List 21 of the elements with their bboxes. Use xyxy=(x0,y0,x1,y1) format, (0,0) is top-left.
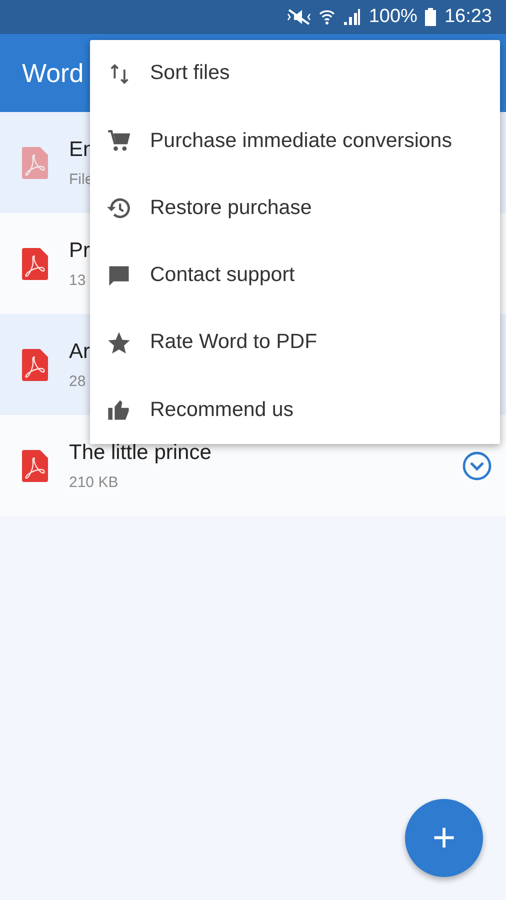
menu-item[interactable]: Purchase immediate conversions xyxy=(90,107,500,175)
cart-icon xyxy=(106,128,132,154)
wifi-icon xyxy=(318,8,335,26)
add-button[interactable]: + xyxy=(405,799,483,877)
file-size: 210 KB xyxy=(69,473,118,493)
file-name: Ar xyxy=(69,338,90,364)
app-title: Word xyxy=(22,56,84,90)
file-size: 28 xyxy=(69,372,86,392)
mute-vibrate-icon xyxy=(286,8,311,26)
menu-item[interactable]: Restore purchase xyxy=(90,174,500,242)
menu-item[interactable]: Contact support xyxy=(90,242,500,310)
clock-text: 16:23 xyxy=(444,4,492,29)
menu-item[interactable]: Sort files xyxy=(90,40,500,108)
menu-item[interactable]: Rate Word to PDF xyxy=(90,309,500,376)
battery-icon xyxy=(425,8,436,26)
signal-icon xyxy=(342,8,361,26)
file-name: Pr xyxy=(69,238,90,264)
expand-icon[interactable] xyxy=(462,450,492,480)
star-icon xyxy=(106,330,132,356)
file-size: 13 xyxy=(69,271,86,291)
battery-text: 100% xyxy=(368,4,418,29)
